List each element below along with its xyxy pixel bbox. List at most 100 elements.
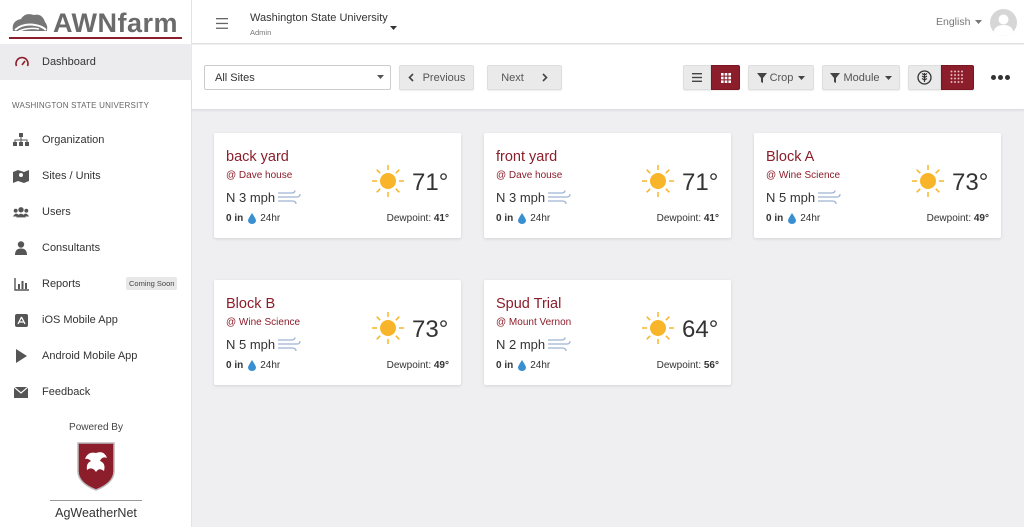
station-card[interactable]: Spud Trial @ Mount Vernon N 2 mph 0 in 2… [484,280,731,385]
rain-period: 24hr [530,360,551,371]
previous-button[interactable]: Previous [399,65,474,90]
toolbar: All Sites Previous Next Crop Module [192,45,1024,110]
organization-switcher[interactable]: Washington State University [250,12,388,24]
previous-label: Previous [422,71,466,84]
wind-icon [278,337,301,352]
wind-value: N 3 mph [496,189,546,205]
wsu-shield-logo [77,442,115,491]
rain-period: 24hr [530,213,551,224]
dewpoint-value: 41° [433,213,449,224]
sidebar-item-android-app[interactable]: Android Mobile App [0,342,192,370]
sidebar-item-label: Users [42,206,71,218]
bar-chart-icon [13,276,29,292]
dewpoint-label: Dewpoint: [656,360,702,371]
rain-reading: 0 in 24hr [226,213,280,224]
dots-grid-icon [950,70,963,83]
wind-icon [548,337,571,352]
module-filter-button[interactable]: Module [822,65,900,90]
raindrop-icon [248,213,257,224]
dewpoint-value: 41° [703,213,719,224]
user-avatar[interactable] [990,9,1017,36]
sidebar-item-sites-units[interactable]: Sites / Units [0,162,192,190]
sidebar-item-label: Feedback [42,386,91,398]
app-store-icon [13,312,29,328]
crop-label: Crop [769,71,794,84]
sidebar-item-label: Dashboard [42,56,96,68]
site-select[interactable]: All Sites [204,65,391,90]
sun-icon [372,165,404,197]
map-icon [13,168,29,184]
rain-value: 0 in [496,360,514,371]
wind-value: N 2 mph [496,336,546,352]
temperature: 64° [682,316,719,343]
raindrop-icon [788,213,797,224]
station-name: front yard [496,149,558,165]
wind-reading: N 5 mph [226,336,301,352]
temperature: 73° [412,316,449,343]
language-label: English [936,16,971,28]
sidebar-item-organization[interactable]: Organization [0,126,192,154]
dewpoint: Dewpoint: 49° [927,213,989,224]
next-button[interactable]: Next [487,65,562,90]
rain-value: 0 in [766,213,784,224]
rain-reading: 0 in 24hr [496,360,550,371]
sun-icon [642,165,674,197]
dewpoint-label: Dewpoint: [656,213,702,224]
footer-divider [50,500,142,501]
raindrop-icon [518,213,527,224]
rain-reading: 0 in 24hr [766,213,820,224]
rain-value: 0 in [496,213,514,224]
station-location: @ Wine Science [226,317,301,328]
wind-icon [278,190,301,205]
crop-filter-button[interactable]: Crop [748,65,814,90]
more-options-icon[interactable] [991,75,1010,80]
menu-toggle-icon[interactable] [216,16,228,34]
module-label: Module [843,71,880,84]
rain-period: 24hr [260,213,281,224]
user-role: Admin [250,28,272,37]
raindrop-icon [248,360,257,371]
dewpoint: Dewpoint: 41° [657,213,719,224]
crop-map-view-button[interactable] [908,65,941,90]
module-view-button[interactable] [941,65,974,90]
sidebar-item-feedback[interactable]: Feedback [0,378,192,406]
sidebar-item-users[interactable]: Users [0,198,192,226]
sun-icon [372,312,404,344]
sidebar-item-consultants[interactable]: Consultants [0,234,192,262]
chevron-right-icon [542,73,548,82]
sidebar-item-dashboard[interactable]: Dashboard [0,44,192,80]
play-icon [13,348,29,364]
wind-value: N 3 mph [226,189,276,205]
station-card[interactable]: Block B @ Wine Science N 5 mph 0 in 24hr… [214,280,461,385]
rain-period: 24hr [260,360,281,371]
awnfarm-logo[interactable]: AWNfarm [9,6,184,40]
sidebar-item-label: Organization [42,134,105,146]
users-icon [13,204,29,220]
station-name: back yard [226,149,289,165]
dewpoint: Dewpoint: 49° [387,360,449,371]
list-view-button[interactable] [683,65,711,90]
grid-view-button[interactable] [711,65,740,90]
wheat-circle-icon [917,70,932,85]
sitemap-icon [13,132,29,148]
caret-down-icon [377,75,384,79]
sidebar-item-reports[interactable]: Reports Coming Soon [0,270,192,298]
caret-down-icon[interactable] [390,17,397,35]
logo-underline [9,37,182,39]
station-card[interactable]: Block A @ Wine Science N 5 mph 0 in 24hr… [754,133,1001,238]
dewpoint-label: Dewpoint: [926,213,972,224]
station-location: @ Dave house [496,170,563,181]
sidebar-item-ios-app[interactable]: iOS Mobile App [0,306,192,334]
caret-down-icon [975,20,983,25]
station-card[interactable]: back yard @ Dave house N 3 mph 0 in 24hr… [214,133,461,238]
wind-reading: N 2 mph [496,336,571,352]
caret-down-icon [798,75,806,80]
sidebar: AWNfarm Dashboard WASHINGTON STATE UNIVE… [0,0,192,527]
station-card[interactable]: front yard @ Dave house N 3 mph 0 in 24h… [484,133,731,238]
dewpoint-label: Dewpoint: [386,360,432,371]
station-name: Block A [766,149,815,165]
agweathernet-brand: AgWeatherNet [55,506,137,520]
sidebar-item-label: Android Mobile App [42,350,138,362]
language-selector[interactable]: English [936,16,983,28]
sidebar-item-label: Consultants [42,242,101,254]
